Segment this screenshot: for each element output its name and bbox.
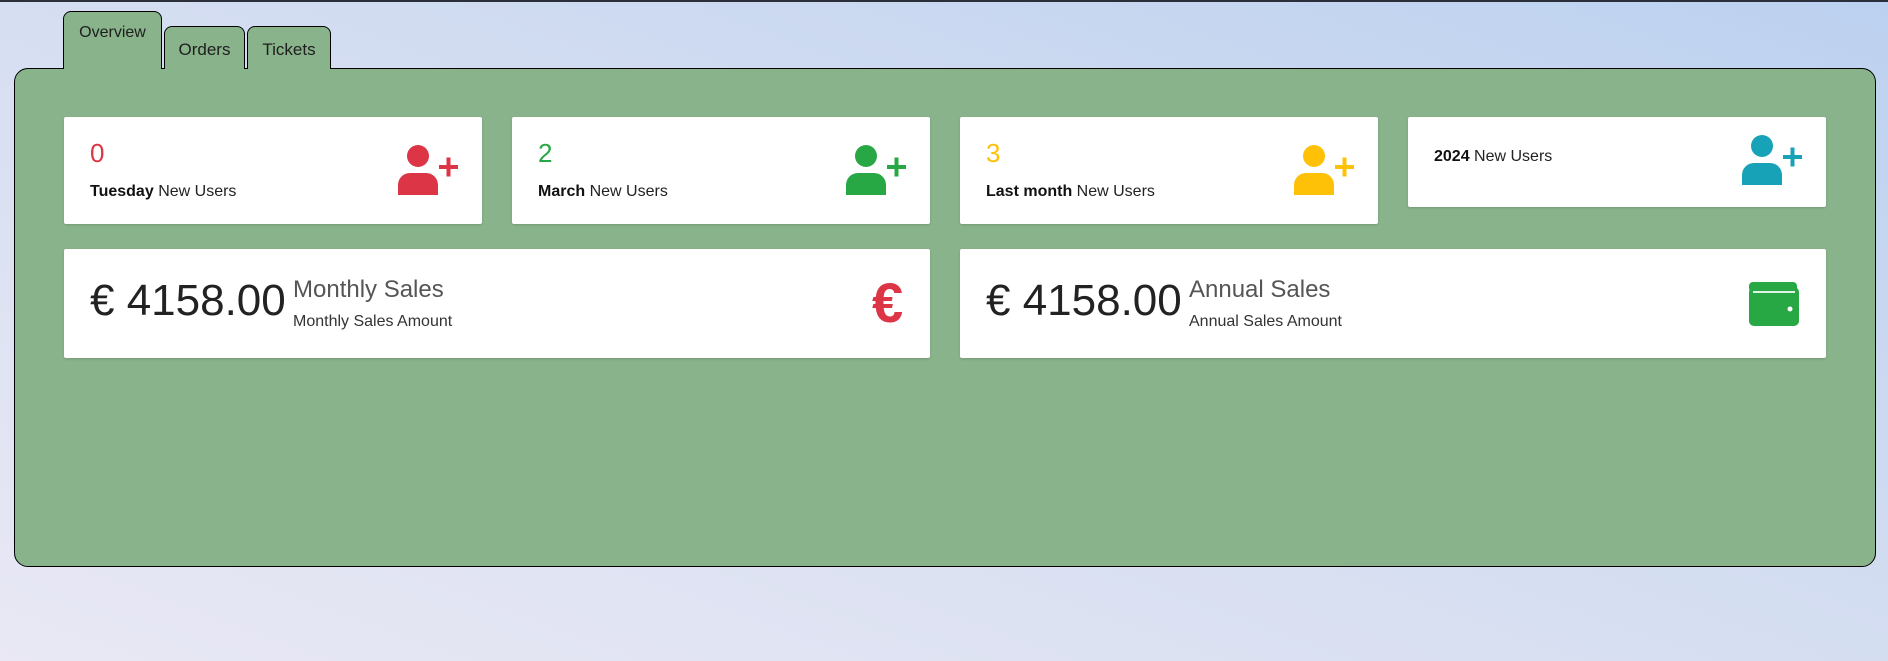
wallet-icon bbox=[1749, 282, 1799, 326]
annual-sales-amount: € 4158.00 bbox=[986, 276, 1182, 325]
top-border bbox=[0, 0, 1888, 2]
user-plus-icon bbox=[1294, 145, 1354, 195]
tab-overview[interactable]: Overview bbox=[63, 11, 162, 69]
euro-icon: € bbox=[872, 271, 904, 334]
user-plus-icon bbox=[1742, 135, 1802, 185]
monthly-sales-card: € 4158.00 Monthly Sales Monthly Sales Am… bbox=[64, 249, 930, 358]
monthly-sales-subtitle: Monthly Sales Amount bbox=[293, 313, 453, 330]
new-users-card-tuesday: 0 Tuesday New Users bbox=[64, 117, 482, 224]
new-users-card-year: 2024 New Users bbox=[1408, 117, 1826, 207]
new-users-label: Last month New Users bbox=[986, 183, 1155, 200]
monthly-sales-amount: € 4158.00 bbox=[90, 276, 286, 325]
new-users-count: 0 bbox=[90, 138, 105, 168]
annual-sales-title: Annual Sales bbox=[1189, 276, 1331, 303]
new-users-label: Tuesday New Users bbox=[90, 183, 237, 200]
annual-sales-subtitle: Annual Sales Amount bbox=[1189, 313, 1342, 330]
new-users-card-last-month: 3 Last month New Users bbox=[960, 117, 1378, 224]
tab-bar: Overview Orders Tickets bbox=[63, 11, 331, 69]
new-users-label: March New Users bbox=[538, 183, 668, 200]
tab-tickets[interactable]: Tickets bbox=[247, 26, 331, 69]
tab-orders[interactable]: Orders bbox=[164, 26, 245, 69]
new-users-label: 2024 New Users bbox=[1434, 148, 1553, 165]
user-plus-icon bbox=[398, 145, 458, 195]
new-users-card-march: 2 March New Users bbox=[512, 117, 930, 224]
monthly-sales-title: Monthly Sales bbox=[293, 276, 444, 303]
new-users-count: 3 bbox=[986, 138, 1001, 168]
annual-sales-card: € 4158.00 Annual Sales Annual Sales Amou… bbox=[960, 249, 1826, 358]
user-plus-icon bbox=[846, 145, 906, 195]
new-users-count: 2 bbox=[538, 138, 553, 168]
